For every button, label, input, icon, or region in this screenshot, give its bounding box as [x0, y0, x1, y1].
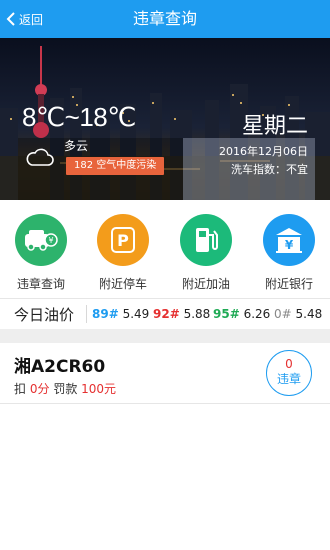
date-label: 2016年12月06日: [219, 145, 308, 158]
parking-icon: P: [97, 214, 149, 266]
deduct-label: 扣: [14, 382, 27, 396]
penalty-summary: 扣 0分 罚款 100元: [14, 380, 116, 397]
points-value: 0分: [29, 382, 50, 396]
oil-price-value: 6.26: [243, 307, 271, 321]
oil-price-item: 92# 5.88: [153, 307, 210, 321]
violation-label: 违章: [276, 372, 301, 386]
oil-price-item: 89# 5.49: [92, 307, 149, 321]
oil-price-value: 5.88: [183, 307, 211, 321]
svg-text:¥: ¥: [48, 236, 53, 245]
service-nearby-bank[interactable]: ¥ 附近银行: [248, 214, 330, 292]
divider: [86, 305, 87, 323]
bank-icon: ¥: [263, 214, 315, 266]
violation-car-icon: ¥: [15, 214, 67, 266]
oil-price-value: 5.48: [295, 307, 323, 321]
fine-value: 100元: [81, 382, 117, 396]
oil-price-item: 0# 5.48: [274, 307, 322, 321]
oil-grade: 92#: [153, 307, 180, 321]
oil-price-item: 95# 6.26: [213, 307, 270, 321]
oil-price-value: 5.49: [122, 307, 150, 321]
svg-text:P: P: [117, 231, 129, 250]
weekday-label: 星期二: [241, 114, 308, 139]
oil-price-bar: 今日油价 89# 5.49 92# 5.88 95# 6.26 0# 5.48: [0, 298, 330, 330]
service-label: 附近银行: [264, 277, 313, 291]
page-title: 违章查询: [132, 9, 197, 28]
violation-count-badge[interactable]: 0 违章: [266, 350, 312, 396]
service-violation-query[interactable]: ¥ 违章查询: [0, 214, 82, 292]
oil-grade: 0#: [274, 307, 292, 321]
oil-grade: 95#: [213, 307, 240, 321]
cloud-icon: [26, 148, 54, 166]
car-wash-index: 洗车指数：不宜: [231, 163, 308, 176]
service-nearby-parking[interactable]: P 附近停车: [82, 214, 164, 292]
service-label: 违章查询: [16, 277, 65, 291]
car-record-row[interactable]: 湘A2CR60 扣 0分 罚款 100元 0 违章: [0, 343, 330, 404]
svg-text:¥: ¥: [285, 238, 294, 252]
service-label: 附近停车: [98, 277, 147, 291]
oil-price-title: 今日油价: [14, 306, 75, 324]
nav-bar: 返回 违章查询: [0, 0, 330, 38]
weather-condition: 多云: [64, 139, 89, 153]
fuel-pump-icon: [180, 214, 232, 266]
license-plate: 湘A2CR60: [14, 357, 106, 377]
aqi-badge: 182 空气中度污染: [66, 157, 165, 175]
section-gap: [0, 329, 330, 343]
service-grid: ¥ 违章查询 P 附近停车 附近加油 ¥ 附近银行: [0, 200, 330, 296]
violation-count: 0: [285, 357, 293, 371]
service-nearby-fuel[interactable]: 附近加油: [165, 214, 247, 292]
service-label: 附近加油: [181, 277, 230, 291]
oil-grade: 89#: [92, 307, 119, 321]
fine-label: 罚款: [53, 382, 78, 396]
temperature-range: 8℃~18℃: [22, 102, 136, 132]
